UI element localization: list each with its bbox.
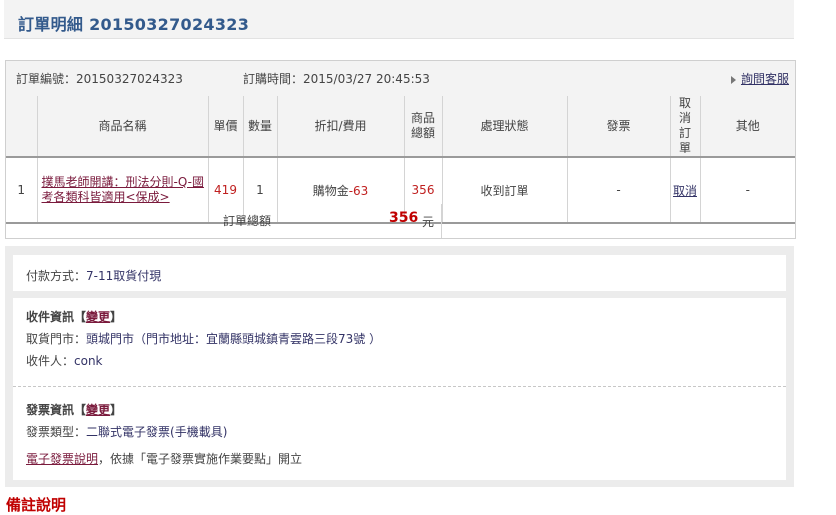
pickup-store-label: 取貨門市： (26, 332, 87, 346)
pickup-store: 取貨門市：頭城門市（門市地址：宜蘭縣頭城鎮青雲路三段73號 ） (26, 330, 381, 347)
triangle-right-icon (730, 75, 736, 84)
shipping-title-end: 】 (110, 310, 123, 324)
cancel-order-link[interactable]: 取消 (673, 184, 697, 198)
table-header-row: 商品名稱 單價 數量 折扣/費用 商品總額 處理狀態 發票 取消訂單 其他 (6, 96, 795, 158)
order-number: 訂單編號：20150327024323 (16, 70, 183, 87)
header-qty: 數量 (243, 96, 278, 158)
header-invoice: 發票 (567, 96, 671, 158)
payment-panel: 付款方式：7-11取貨付現 (13, 255, 786, 291)
order-info-section: 付款方式：7-11取貨付現 收件資訊【變更】 取貨門市：頭城門市（門市地址：宜蘭… (5, 246, 794, 487)
customer-service-link[interactable]: 詢問客服 (741, 72, 789, 86)
order-number-value: 20150327024323 (76, 72, 183, 86)
header-name: 商品名稱 (37, 96, 209, 158)
header-other: 其他 (700, 96, 795, 158)
invoice-heading: 發票資訊【變更】 (26, 401, 122, 418)
discount-label: 購物金 (312, 183, 349, 198)
order-total-row: 訂單總額 356 元 (6, 204, 795, 238)
recipient-label: 收件人： (26, 354, 75, 368)
header-status: 處理狀態 (442, 96, 568, 158)
total-divider (441, 204, 442, 238)
notes-heading: 備註說明 (6, 496, 67, 514)
shipping-change-link[interactable]: 變更 (86, 310, 110, 324)
invoice-type-label: 發票類型： (26, 425, 87, 439)
order-total-amount: 356 (389, 210, 419, 226)
invoice-type-value: 二聯式電子發票(手機載具) (86, 425, 228, 439)
header-index (6, 96, 38, 158)
order-detail-box: 訂單編號：20150327024323 訂購時間：2015/03/27 20:4… (5, 60, 796, 239)
discount-value: -63 (348, 183, 369, 198)
header-discount: 折扣/費用 (277, 96, 405, 158)
header-cancel: 取消訂單 (670, 96, 701, 158)
shipping-title: 收件資訊【 (26, 310, 87, 324)
invoice-title: 發票資訊【 (26, 403, 87, 417)
order-total-unit: 元 (422, 215, 435, 229)
order-time: 訂購時間：2015/03/27 20:45:53 (243, 70, 430, 87)
shipping-heading: 收件資訊【變更】 (26, 308, 122, 325)
page-title: 訂單明細 20150327024323 (18, 15, 250, 34)
order-total-label: 訂單總額 (223, 214, 272, 228)
invoice-type: 發票類型：二聯式電子發票(手機載具) (26, 423, 227, 440)
product-name-link[interactable]: 撲馬老師開講：刑法分則-Q-國考各類科皆適用<保成> (42, 175, 204, 204)
invoice-title-end: 】 (110, 403, 123, 417)
recipient-value: conk (74, 354, 103, 368)
payment-label: 付款方式： (26, 269, 87, 283)
page-title-bar: 訂單明細 20150327024323 (4, 0, 794, 39)
header-total: 商品總額 (404, 96, 443, 158)
header-price: 單價 (208, 96, 244, 158)
payment-method: 付款方式：7-11取貨付現 (26, 267, 161, 284)
recipient: 收件人：conk (26, 352, 103, 369)
e-invoice-info-link[interactable]: 電子發票說明 (26, 452, 98, 466)
order-time-value: 2015/03/27 20:45:53 (303, 72, 430, 86)
pickup-store-value: 頭城門市（門市地址：宜蘭縣頭城鎮青雲路三段73號 ） (86, 332, 382, 346)
order-time-label: 訂購時間： (243, 72, 304, 86)
order-number-label: 訂單編號： (16, 72, 77, 86)
customer-service: 詢問客服 (730, 70, 789, 87)
shipping-panel: 收件資訊【變更】 取貨門市：頭城門市（門市地址：宜蘭縣頭城鎮青雲路三段73號 ）… (13, 298, 786, 387)
order-info-bar: 訂單編號：20150327024323 訂購時間：2015/03/27 20:4… (6, 61, 795, 97)
invoice-panel: 發票資訊【變更】 發票類型：二聯式電子發票(手機載具) 電子發票說明，依據「電子… (13, 387, 786, 480)
payment-value: 7-11取貨付現 (86, 269, 162, 283)
invoice-change-link[interactable]: 變更 (86, 403, 110, 417)
invoice-note-text: ，依據「電子發票實施作業要點」開立 (98, 452, 303, 466)
invoice-note: 電子發票說明，依據「電子發票實施作業要點」開立 (26, 450, 302, 467)
